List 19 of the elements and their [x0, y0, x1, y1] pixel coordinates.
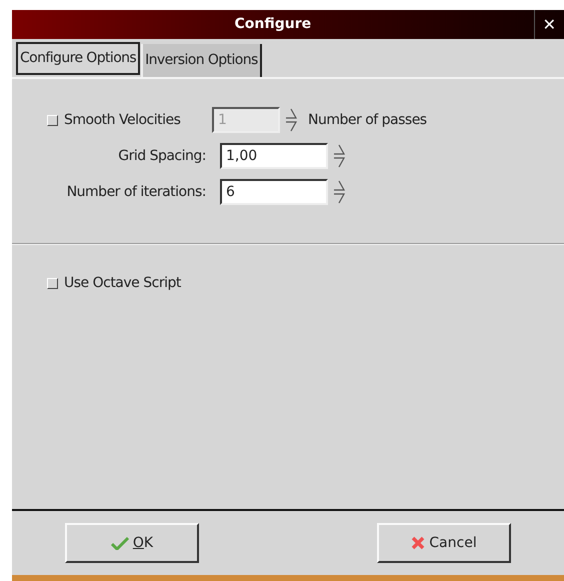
spin-arrows-icon[interactable]	[332, 179, 346, 205]
spin-arrows-icon[interactable]	[284, 107, 298, 133]
tab[interactable]: Configure Options	[16, 42, 140, 75]
checkbox[interactable]	[47, 278, 58, 289]
checkbox-label: Use Octave Script	[64, 274, 181, 293]
number-field[interactable]: 1,00	[220, 143, 328, 169]
number-field[interactable]: 6	[220, 179, 328, 205]
tab[interactable]: Inversion Options	[141, 44, 262, 77]
close-button[interactable]: ✕	[534, 10, 564, 39]
field-label: Number of iterations:	[66, 182, 207, 202]
passes-label: Number of passes	[308, 110, 427, 130]
cancel-button[interactable]: Cancel	[377, 523, 511, 563]
field-label: Grid Spacing:	[117, 146, 207, 166]
spin-arrows-icon[interactable]	[332, 143, 346, 169]
close-icon	[411, 536, 426, 550]
window-title: Configure	[233, 15, 312, 34]
checkbox-label: Smooth Velocities	[64, 110, 180, 130]
check-icon	[110, 536, 129, 550]
ok-button[interactable]: OK	[65, 523, 199, 563]
